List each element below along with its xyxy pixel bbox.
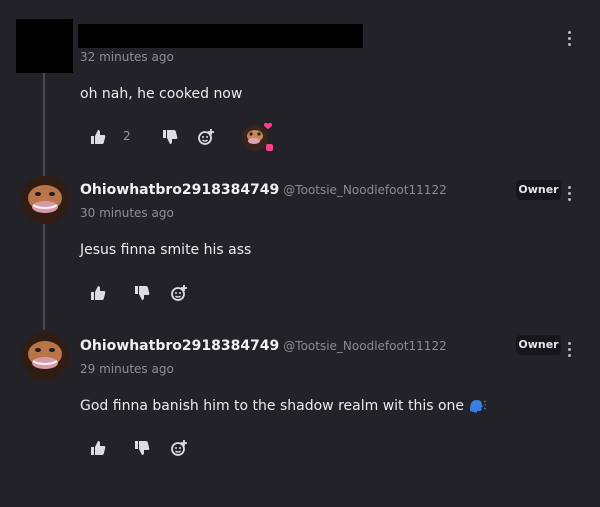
author-name[interactable]: Ohiowhatbro2918384749 <box>80 182 279 198</box>
creator-reaction <box>238 121 278 155</box>
add-reaction-button[interactable] <box>197 128 215 146</box>
comment-text-row: God finna banish him to the shadow realm… <box>80 397 487 414</box>
comment-timestamp: 32 minutes ago <box>80 50 174 64</box>
thumbs-up-icon <box>91 286 106 300</box>
add-reaction-button[interactable] <box>170 284 188 302</box>
owner-badge: Owner <box>516 180 561 200</box>
more-options-button[interactable] <box>563 183 577 203</box>
author-row: Ohiowhatbro2918384749 @Tootsie_Noodlefoo… <box>80 182 447 198</box>
add-reaction-icon <box>198 129 214 145</box>
comment-timestamp: 29 minutes ago <box>80 362 174 376</box>
comment-text: God finna banish him to the shadow realm… <box>80 398 465 414</box>
like-count: 2 <box>123 129 131 143</box>
avatar[interactable] <box>21 332 69 380</box>
comment-thread: 32 minutes ago oh nah, he cooked now 2 O… <box>0 0 600 507</box>
add-reaction-icon <box>171 285 187 301</box>
add-reaction-button[interactable] <box>170 439 188 457</box>
author-row: Ohiowhatbro2918384749 @Tootsie_Noodlefoo… <box>80 338 447 354</box>
avatar-image <box>21 332 69 380</box>
owner-badge: Owner <box>516 335 561 355</box>
comment-text: oh nah, he cooked now <box>80 86 243 102</box>
add-reaction-icon <box>171 440 187 456</box>
speaking-head-icon <box>470 400 487 413</box>
author-handle[interactable]: @Tootsie_Noodlefoot11122 <box>283 339 446 353</box>
like-button[interactable] <box>89 439 107 457</box>
like-button[interactable] <box>89 128 107 146</box>
author-name-redacted <box>78 24 363 48</box>
thumbs-up-icon <box>91 130 106 144</box>
more-options-button[interactable] <box>563 28 577 48</box>
comment-timestamp: 30 minutes ago <box>80 206 174 220</box>
thumbs-down-icon <box>135 441 150 455</box>
more-options-button[interactable] <box>563 339 577 359</box>
avatar-redacted <box>16 19 73 73</box>
dislike-button[interactable] <box>133 439 151 457</box>
author-handle[interactable]: @Tootsie_Noodlefoot11122 <box>283 183 446 197</box>
thumbs-down-icon <box>135 286 150 300</box>
dislike-button[interactable] <box>161 128 179 146</box>
comment-text: Jesus finna smite his ass <box>80 242 252 258</box>
thumbs-down-icon <box>163 130 178 144</box>
reaction-avatar-icon <box>242 122 273 151</box>
like-button[interactable] <box>89 284 107 302</box>
dislike-button[interactable] <box>133 284 151 302</box>
author-name[interactable]: Ohiowhatbro2918384749 <box>80 338 279 354</box>
avatar[interactable] <box>21 176 69 224</box>
thumbs-up-icon <box>91 441 106 455</box>
avatar-image <box>21 176 69 224</box>
